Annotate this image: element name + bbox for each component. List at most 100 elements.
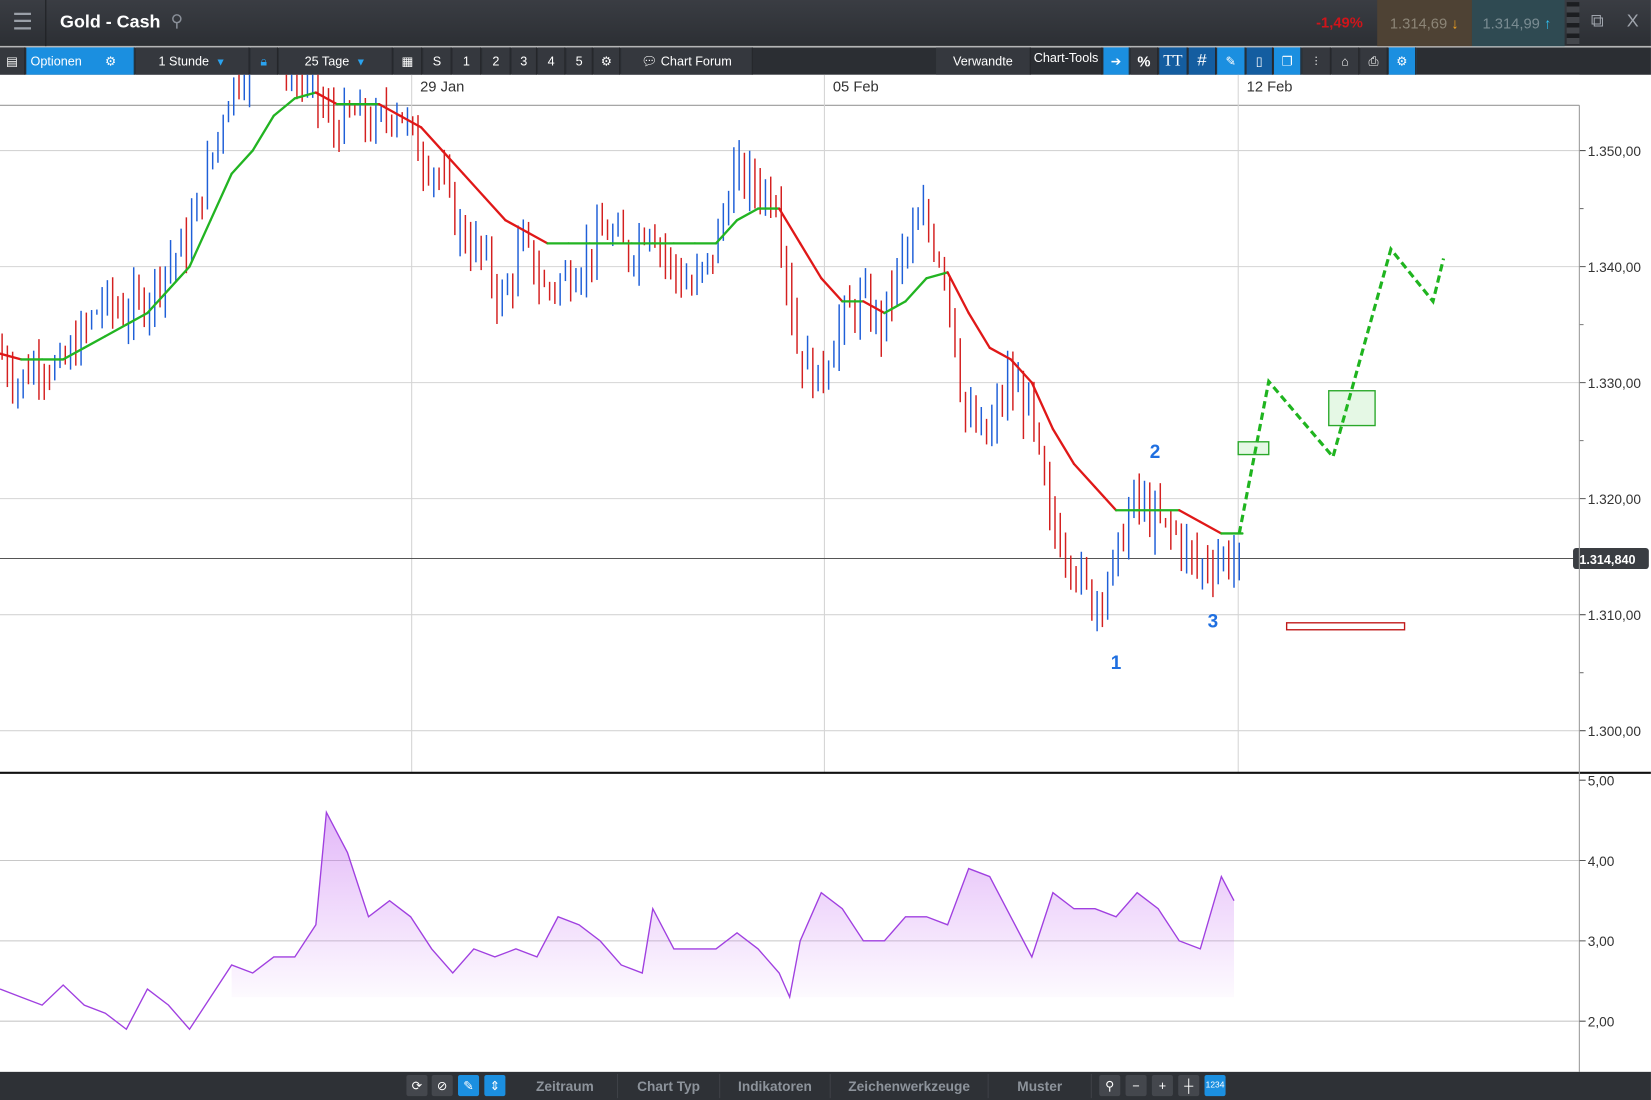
- crosshair-icon[interactable]: ┼: [1178, 1075, 1200, 1097]
- clear-icon[interactable]: ⊘: [431, 1075, 453, 1097]
- indicator-tick-label: 3,00: [1588, 934, 1615, 949]
- price-label-icon[interactable]: 1234: [1204, 1075, 1226, 1097]
- date-tick-label: 05 Feb: [833, 80, 879, 96]
- indicator-tick-label: 4,00: [1588, 854, 1615, 869]
- interval-select[interactable]: 1 Stunde ▼: [135, 47, 250, 75]
- tab-chart-typ[interactable]: Chart Typ: [618, 1073, 721, 1099]
- related-button[interactable]: Verwandte: [936, 47, 1031, 75]
- search-icon[interactable]: ⚲: [171, 11, 183, 32]
- interval-value: 1 Stunde: [158, 53, 210, 69]
- preset-4[interactable]: 4: [538, 47, 566, 75]
- ohlc-bars: [1, 74, 1241, 632]
- chevron-down-icon: ▼: [215, 56, 226, 69]
- percent-button[interactable]: %: [1130, 47, 1159, 75]
- refresh-icon[interactable]: ⟳: [406, 1075, 428, 1097]
- moving-average-segment: [967, 311, 991, 349]
- moving-average-segment: [462, 172, 486, 199]
- print-icon[interactable]: ⎙: [1360, 47, 1388, 75]
- moving-average-segment: [1051, 427, 1076, 466]
- moving-average-segment: [1030, 381, 1055, 431]
- list-icon[interactable]: ▤: [0, 47, 26, 75]
- target-zone-box: [1328, 390, 1376, 427]
- preset-5[interactable]: 5: [566, 47, 593, 75]
- options-label: Optionen: [30, 53, 82, 69]
- zoom-out-icon[interactable]: −: [1125, 1075, 1147, 1097]
- chart-tools-label: Chart-Tools: [1031, 47, 1103, 75]
- preset-s[interactable]: S: [423, 47, 452, 75]
- chat-bubble-icon: 💬︎: [641, 53, 658, 69]
- draw-pen-icon[interactable]: ✎: [458, 1075, 480, 1097]
- arrow-down-icon: ↓: [1451, 14, 1459, 32]
- moving-average-segment: [714, 219, 739, 245]
- close-button[interactable]: X: [1627, 11, 1639, 32]
- arrow-right-icon[interactable]: ➔: [1103, 47, 1130, 75]
- tab-zeichenwerkzeuge[interactable]: Zeichenwerkzeuge: [831, 1073, 989, 1099]
- moving-average-segment: [483, 195, 507, 222]
- candle-icon[interactable]: ▯: [1246, 47, 1273, 75]
- sell-price-button[interactable]: 1.314,69 ↓: [1377, 0, 1472, 47]
- tab-indikatoren[interactable]: Indikatoren: [720, 1073, 831, 1099]
- chart-forum-button[interactable]: 💬︎ Chart Forum: [621, 47, 753, 75]
- pen-lines-icon[interactable]: ✎: [1217, 47, 1246, 75]
- date-tick-label: 29 Jan: [420, 80, 464, 96]
- chart-toolbar: ▤ Optionen ⚙ 1 Stunde ▼ 🔒︎ 25 Tage ▼ ▦ S 1 …: [0, 47, 1651, 75]
- moving-average-segment: [735, 207, 760, 222]
- moving-average-segment: [167, 265, 191, 291]
- last-price-label: 1.314,840: [1579, 553, 1635, 567]
- preset-1[interactable]: 1: [452, 47, 482, 75]
- moving-average-segment: [251, 114, 275, 152]
- instrument-title: Gold - Cash: [60, 11, 161, 32]
- range-select[interactable]: 25 Tage ▼: [279, 47, 393, 75]
- price-chart[interactable]: 29 Jan 05 Feb 12 Feb 1.300,00 1.310,00 1.320,…: [0, 74, 1651, 1072]
- options-button[interactable]: Optionen ⚙: [26, 47, 135, 75]
- stop-zone-box: [1285, 622, 1406, 631]
- moving-average-segment: [420, 126, 444, 152]
- moving-average-segment: [525, 230, 549, 245]
- up-down-icon[interactable]: ⇕: [484, 1075, 506, 1097]
- tab-muster[interactable]: Muster: [989, 1073, 1092, 1099]
- buy-price-button[interactable]: 1.314,99 ↑: [1471, 0, 1565, 47]
- moving-average-segment: [883, 300, 907, 315]
- zoom-in-icon[interactable]: +: [1151, 1075, 1173, 1097]
- detach-window-icon[interactable]: ⧉: [1591, 11, 1604, 32]
- chart-forum-label: Chart Forum: [660, 53, 732, 69]
- indicator-tick-label: 5,00: [1588, 773, 1615, 788]
- price-tick-label: 1.350,00: [1588, 144, 1642, 159]
- moving-average-segment: [1178, 509, 1202, 524]
- bars-icon[interactable]: ⫶: [1302, 47, 1331, 75]
- lock-icon[interactable]: 🔒︎: [250, 47, 278, 75]
- gear-icon: ⚙: [104, 53, 117, 69]
- arrow-up-icon: ↑: [1543, 14, 1552, 32]
- price-tick-label: 1.320,00: [1588, 492, 1642, 507]
- title-bar: ☰ Gold - Cash ⚲ -1,49% 1.314,69 ↓ 1.314,…: [0, 0, 1651, 47]
- price-tick-label: 1.340,00: [1588, 260, 1642, 275]
- price-tick-label: 1.300,00: [1588, 724, 1642, 739]
- hamburger-menu-icon[interactable]: ☰: [0, 0, 47, 47]
- drag-handle[interactable]: [1566, 2, 1580, 45]
- wave-label: 1: [1111, 653, 1122, 674]
- price-tick-label: 1.310,00: [1588, 608, 1642, 623]
- price-tick-label: 1.330,00: [1588, 376, 1642, 391]
- text-tool-button[interactable]: TT: [1159, 47, 1188, 75]
- chevron-down-icon: ▼: [355, 56, 367, 69]
- grid-icon[interactable]: #: [1188, 47, 1217, 75]
- moving-average-segment: [104, 323, 128, 338]
- date-tick-label: 12 Feb: [1247, 80, 1293, 96]
- moving-average-segment: [209, 172, 233, 222]
- tab-zeitraum[interactable]: Zeitraum: [513, 1073, 619, 1099]
- calendar-icon[interactable]: ▦: [393, 47, 423, 75]
- moving-average-segment: [777, 207, 802, 245]
- preset-2[interactable]: 2: [482, 47, 511, 75]
- bottom-toolbar: ⟳ ⊘ ✎ ⇕ Zeitraum Chart Typ Indikatoren Z…: [0, 1071, 1651, 1100]
- preset-3[interactable]: 3: [511, 47, 537, 75]
- moving-average-segment: [799, 242, 823, 280]
- ask-price: 1.314,99: [1482, 14, 1540, 32]
- tag-icon[interactable]: ⌂: [1331, 47, 1360, 75]
- tools-gear-icon[interactable]: ⚙: [1388, 47, 1417, 75]
- zoom-search-icon[interactable]: ⚲: [1099, 1075, 1121, 1097]
- windows-icon[interactable]: ❐: [1274, 47, 1302, 75]
- moving-average-segment: [188, 219, 212, 268]
- wave-label: 3: [1208, 611, 1219, 632]
- indicator-area: [231, 812, 1234, 998]
- settings-gear-icon[interactable]: ⚙: [593, 47, 621, 75]
